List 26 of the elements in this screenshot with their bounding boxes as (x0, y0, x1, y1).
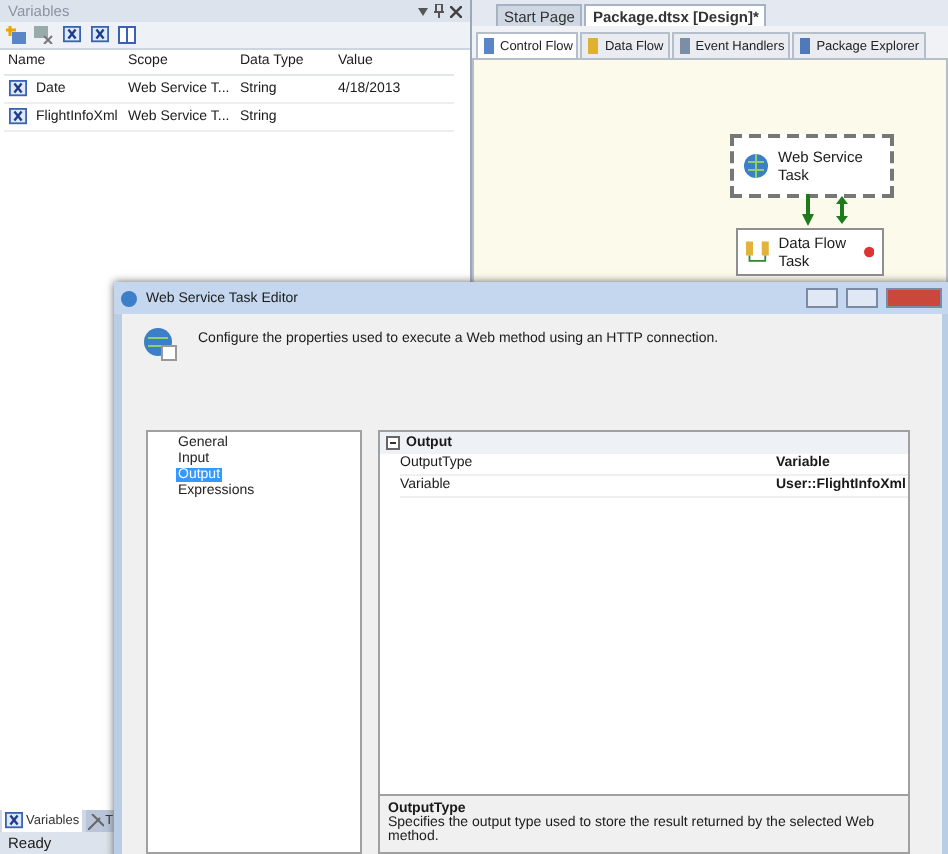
connector-arrow (802, 194, 814, 226)
error-icon (863, 246, 874, 258)
app-icon (120, 289, 138, 307)
tab-icon (677, 38, 692, 54)
connector-arrow (836, 196, 848, 224)
tab-icon (482, 38, 496, 54)
collapse-icon[interactable] (386, 436, 400, 450)
variable-icon (4, 812, 24, 830)
add-variable-icon[interactable] (6, 26, 26, 44)
columns-icon[interactable] (118, 26, 136, 44)
pin-icon[interactable] (434, 4, 444, 18)
maximize-button[interactable] (846, 288, 878, 308)
cylinders-icon (746, 240, 771, 264)
variable-icon (90, 26, 110, 44)
variable-icon (8, 80, 28, 98)
tab-icon (586, 38, 601, 54)
minimize-button[interactable] (806, 288, 838, 308)
dropdown-icon[interactable] (418, 7, 428, 15)
globe-icon (142, 326, 178, 362)
globe-icon (742, 152, 770, 180)
variable-icon (62, 26, 82, 44)
tools-icon (87, 813, 104, 829)
delete-variable-icon[interactable] (34, 26, 54, 44)
tab-icon (798, 38, 813, 54)
variable-icon (8, 108, 28, 126)
close-icon[interactable] (450, 5, 462, 17)
